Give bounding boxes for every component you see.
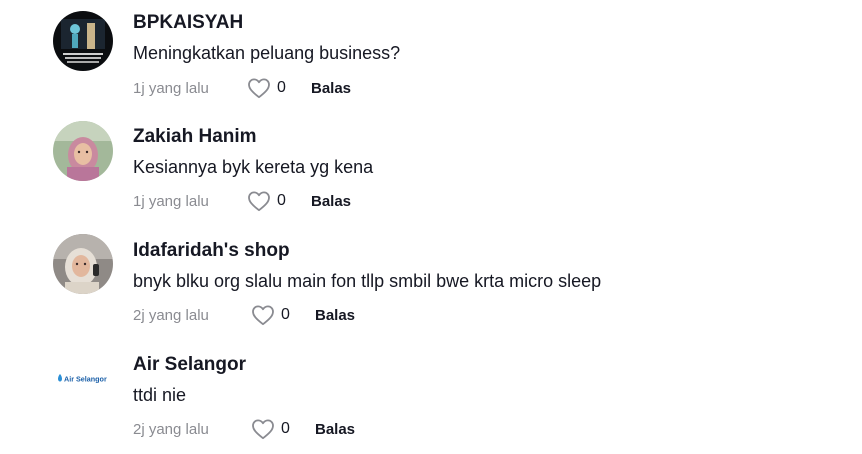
avatar-image bbox=[53, 11, 113, 71]
like-button[interactable]: 0 bbox=[247, 77, 311, 99]
avatar[interactable] bbox=[53, 121, 113, 181]
heart-outline-icon bbox=[248, 191, 270, 212]
avatar-image bbox=[53, 234, 113, 294]
comment-username[interactable]: Idafaridah's shop bbox=[133, 239, 290, 263]
air-selangor-logo: Air Selangor bbox=[53, 348, 113, 408]
like-count: 0 bbox=[281, 420, 290, 437]
like-button[interactable]: 0 bbox=[251, 304, 315, 326]
comment-username[interactable]: BPKAISYAH bbox=[133, 11, 243, 35]
comment-meta: 2j yang lalu 0 Balas bbox=[133, 417, 355, 441]
comment-time: 2j yang lalu bbox=[133, 420, 209, 438]
comment-meta: 2j yang lalu 0 Balas bbox=[133, 303, 355, 327]
heart-outline-icon bbox=[248, 78, 270, 99]
comment-text: Meningkatkan peluang business? bbox=[133, 43, 401, 63]
comment-item: Zakiah Hanim Kesiannya byk kereta yg ken… bbox=[0, 114, 862, 226]
like-count: 0 bbox=[281, 306, 290, 323]
comment-item: BPKAISYAH Meningkatkan peluang business?… bbox=[0, 0, 862, 112]
reply-button[interactable]: Balas bbox=[315, 307, 355, 324]
avatar-image bbox=[53, 121, 113, 181]
like-button[interactable]: 0 bbox=[247, 190, 311, 212]
like-button[interactable]: 0 bbox=[251, 418, 315, 440]
heart-outline-icon bbox=[252, 419, 274, 440]
comment-meta: 1j yang lalu 0 Balas bbox=[133, 76, 351, 100]
comment-text: Kesiannya byk kereta yg kena bbox=[133, 157, 374, 177]
avatar[interactable] bbox=[53, 11, 113, 71]
comment-username[interactable]: Zakiah Hanim bbox=[133, 125, 257, 149]
comment-meta: 1j yang lalu 0 Balas bbox=[133, 189, 351, 213]
reply-button[interactable]: Balas bbox=[315, 421, 355, 438]
comment-time: 2j yang lalu bbox=[133, 306, 209, 324]
comment-item: Idafaridah's shop bnyk blku org slalu ma… bbox=[0, 228, 862, 340]
reply-button[interactable]: Balas bbox=[311, 193, 351, 210]
heart-outline-icon bbox=[252, 305, 274, 326]
avatar[interactable]: Air Selangor bbox=[53, 348, 113, 408]
comment-text: bnyk blku org slalu main fon tllp smbil … bbox=[133, 271, 602, 291]
comment-time: 1j yang lalu bbox=[133, 192, 209, 210]
comment-item: Air Selangor Air Selangor ttdi nie 2j ya… bbox=[0, 342, 862, 454]
like-count: 0 bbox=[277, 79, 286, 96]
logo-text: Air Selangor bbox=[64, 375, 107, 384]
comment-time: 1j yang lalu bbox=[133, 79, 209, 97]
avatar[interactable] bbox=[53, 234, 113, 294]
comment-username[interactable]: Air Selangor bbox=[133, 353, 246, 377]
like-count: 0 bbox=[277, 192, 286, 209]
comment-text: ttdi nie bbox=[133, 385, 187, 405]
reply-button[interactable]: Balas bbox=[311, 80, 351, 97]
